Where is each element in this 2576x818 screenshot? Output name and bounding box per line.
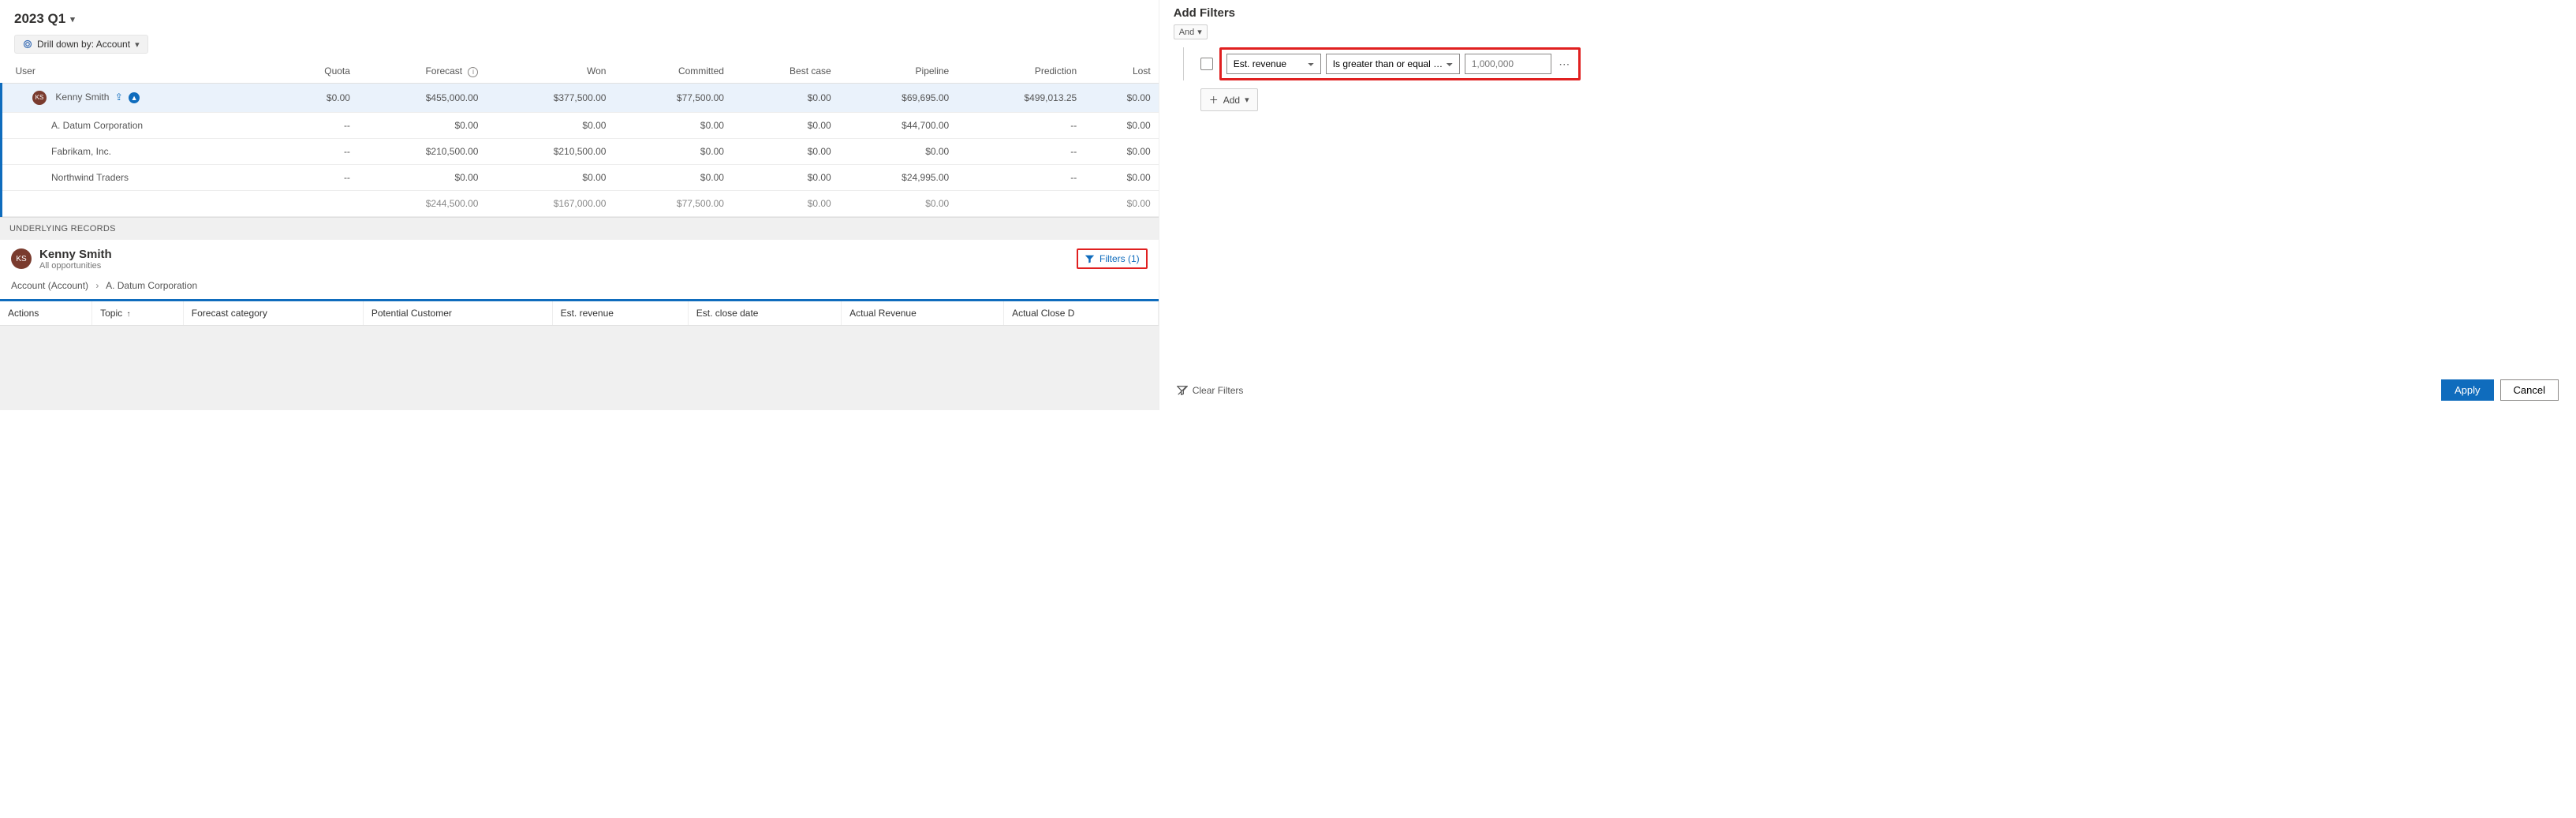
- col-est-close-date[interactable]: Est. close date: [688, 301, 841, 326]
- filter-row-checkbox[interactable]: [1200, 58, 1213, 70]
- avatar: KS: [32, 91, 47, 105]
- col-est-revenue[interactable]: Est. revenue: [552, 301, 688, 326]
- crumb-current: A. Datum Corporation: [106, 280, 197, 291]
- col-lost[interactable]: Lost: [1085, 60, 1158, 83]
- period-label: 2023 Q1: [14, 11, 65, 27]
- filter-field-select[interactable]: Est. revenue: [1226, 54, 1321, 74]
- up-indicator-icon: ▲: [129, 92, 140, 103]
- target-icon: [23, 39, 32, 49]
- drill-down-pill[interactable]: Drill down by: Account ▾: [14, 35, 148, 54]
- clear-filter-icon: [1177, 385, 1188, 396]
- filter-operator-select[interactable]: Is greater than or equal …: [1326, 54, 1460, 74]
- chevron-down-icon: ▾: [135, 39, 140, 50]
- period-selector[interactable]: 2023 Q1 ▾: [0, 0, 1159, 33]
- table-row[interactable]: $244,500.00 $167,000.00 $77,500.00 $0.00…: [2, 190, 1159, 216]
- col-bestcase[interactable]: Best case: [732, 60, 839, 83]
- underlying-user-name: Kenny Smith: [39, 248, 112, 261]
- col-pipeline[interactable]: Pipeline: [839, 60, 958, 83]
- share-icon[interactable]: ⇪: [115, 92, 123, 103]
- chevron-down-icon: ▾: [1197, 27, 1202, 37]
- col-prediction[interactable]: Prediction: [957, 60, 1085, 83]
- underlying-subtitle: All opportunities: [39, 261, 112, 271]
- col-committed[interactable]: Committed: [614, 60, 732, 83]
- col-forecast[interactable]: Forecast i: [358, 60, 487, 83]
- add-filters-title: Add Filters: [1174, 6, 2562, 20]
- avatar: KS: [11, 248, 32, 269]
- crumb-account[interactable]: Account (Account): [11, 280, 88, 291]
- col-topic[interactable]: Topic ↑: [92, 301, 184, 326]
- col-user[interactable]: User: [2, 60, 281, 83]
- col-actual-close-date[interactable]: Actual Close D: [1004, 301, 1159, 326]
- funnel-icon: [1085, 254, 1095, 264]
- forecast-table: User Quota Forecast i Won Committed Best…: [0, 60, 1159, 217]
- cancel-button[interactable]: Cancel: [2500, 379, 2559, 401]
- filters-button[interactable]: Filters (1): [1077, 248, 1148, 269]
- filters-label: Filters (1): [1099, 253, 1140, 264]
- table-row[interactable]: Northwind Traders -- $0.00 $0.00 $0.00 $…: [2, 164, 1159, 190]
- filter-row: Est. revenue Is greater than or equal … …: [1219, 47, 1581, 80]
- opportunities-table: Actions Topic ↑ Forecast category Potent…: [0, 301, 1159, 326]
- breadcrumb: Account (Account) › A. Datum Corporation: [0, 275, 1159, 301]
- info-icon[interactable]: i: [468, 67, 478, 77]
- drill-down-label: Drill down by: Account: [37, 39, 130, 50]
- row-name: Kenny Smith: [55, 92, 109, 103]
- plus-icon: ＋: [1209, 93, 1219, 106]
- underlying-records-bar: UNDERLYING RECORDS: [0, 217, 1159, 240]
- clear-filters-button[interactable]: Clear Filters: [1177, 385, 1244, 396]
- col-potential-customer[interactable]: Potential Customer: [363, 301, 552, 326]
- logic-operator-dropdown[interactable]: And ▾: [1174, 24, 1208, 39]
- table-row[interactable]: KS Kenny Smith ⇪ ▲ $0.00 $455,000.00 $37…: [2, 83, 1159, 112]
- col-forecast-category[interactable]: Forecast category: [183, 301, 363, 326]
- sort-asc-icon: ↑: [126, 310, 130, 319]
- table-row[interactable]: Fabrikam, Inc. -- $210,500.00 $210,500.0…: [2, 138, 1159, 164]
- apply-button[interactable]: Apply: [2441, 379, 2494, 401]
- chevron-right-icon: ›: [95, 280, 99, 291]
- more-options-icon[interactable]: ⋯: [1556, 58, 1574, 71]
- col-actual-revenue[interactable]: Actual Revenue: [842, 301, 1004, 326]
- chevron-down-icon: ▾: [70, 14, 75, 24]
- col-quota[interactable]: Quota: [281, 60, 358, 83]
- table-row[interactable]: A. Datum Corporation -- $0.00 $0.00 $0.0…: [2, 112, 1159, 138]
- col-won[interactable]: Won: [486, 60, 614, 83]
- filter-value-input[interactable]: [1465, 54, 1551, 74]
- chevron-down-icon: ▾: [1245, 95, 1249, 105]
- add-filter-button[interactable]: ＋ Add ▾: [1200, 88, 1258, 111]
- col-actions[interactable]: Actions: [0, 301, 92, 326]
